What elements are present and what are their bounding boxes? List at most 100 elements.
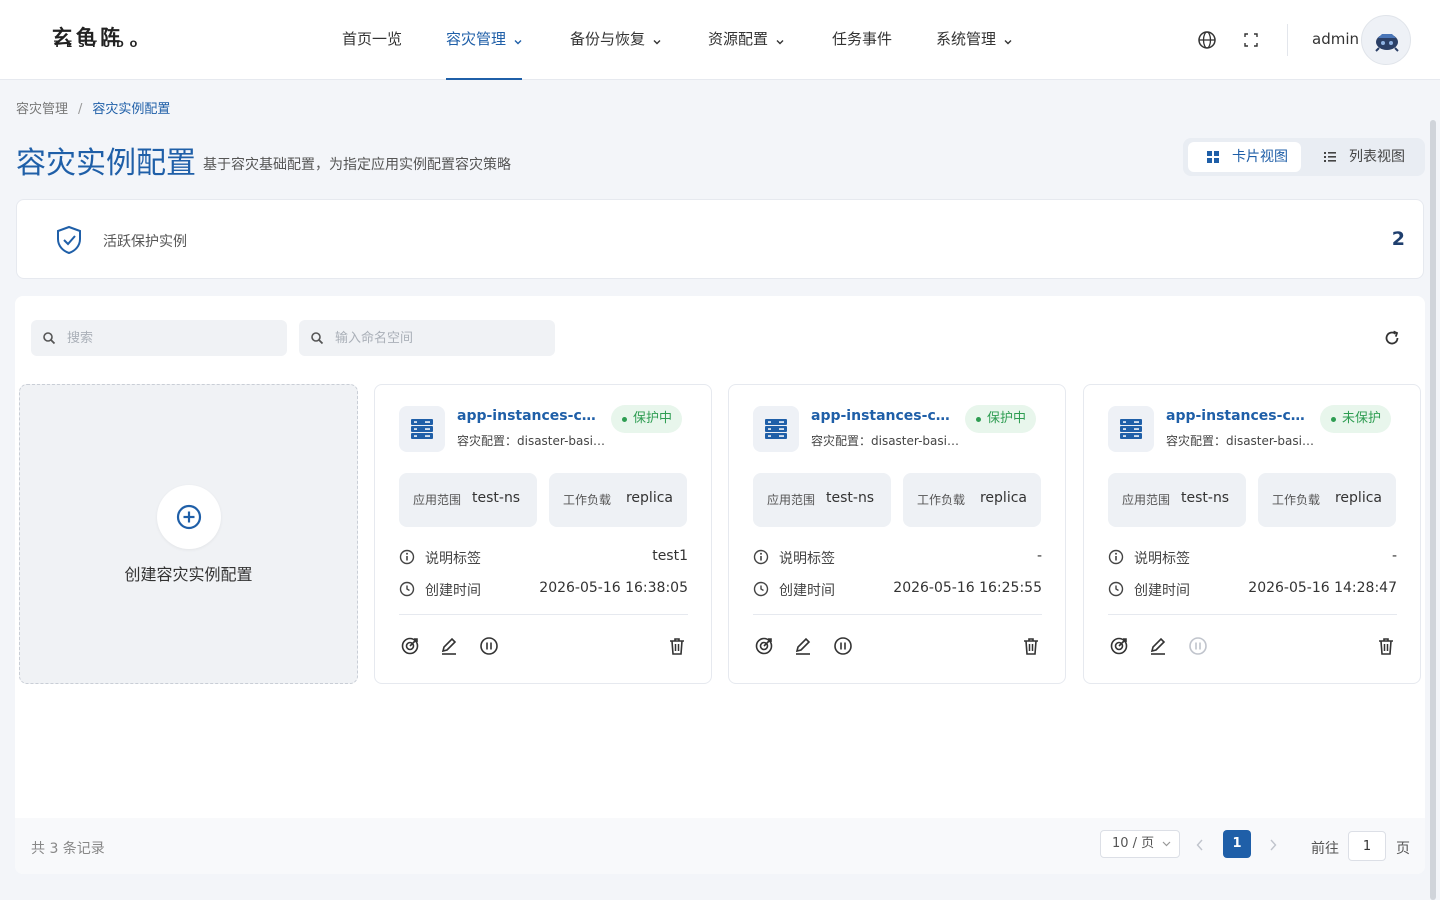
goto-page-input[interactable] bbox=[1348, 831, 1386, 861]
top-bar: 玄龟阵 TESTUDO 首页一览 容灾管理 备份与恢复 资源配置 任务事件 系统… bbox=[0, 0, 1440, 80]
chevron-down-icon bbox=[776, 1, 784, 79]
edit-icon[interactable] bbox=[792, 635, 814, 657]
scope-label: 应用范围 bbox=[413, 493, 462, 507]
instance-panel: 创建容灾实例配置 app-instances-config-test1 容灾配置… bbox=[15, 296, 1425, 874]
pause-icon[interactable] bbox=[832, 635, 854, 657]
server-icon bbox=[1108, 406, 1154, 452]
edit-icon[interactable] bbox=[438, 635, 460, 657]
nav-label: 资源配置 bbox=[708, 30, 769, 48]
server-icon bbox=[399, 406, 445, 452]
username[interactable]: admin bbox=[1312, 30, 1359, 48]
info-icon bbox=[753, 549, 769, 565]
pause-icon[interactable] bbox=[478, 635, 500, 657]
scope-pill: 应用范围 test-ns bbox=[753, 473, 891, 527]
card-divider bbox=[399, 614, 688, 615]
page-number-current[interactable]: 1 bbox=[1223, 830, 1251, 858]
tags-label: 说明标签 bbox=[425, 551, 481, 567]
create-button[interactable] bbox=[157, 485, 221, 549]
goto-unit: 页 bbox=[1396, 841, 1410, 857]
globe-icon[interactable] bbox=[1196, 29, 1218, 51]
server-icon bbox=[753, 406, 799, 452]
nav-disaster-recovery[interactable]: 容灾管理 bbox=[446, 0, 522, 80]
card-view-button[interactable]: 卡片视图 bbox=[1188, 142, 1301, 172]
workload-pill: 工作负载 replica bbox=[1258, 473, 1396, 527]
grid-icon bbox=[1207, 151, 1219, 163]
instance-config: 容灾配置：disaster-basic-config bbox=[457, 434, 605, 448]
breadcrumb-parent[interactable]: 容灾管理 bbox=[16, 102, 68, 117]
scope-pill: 应用范围 test-ns bbox=[1108, 473, 1246, 527]
workload-label: 工作负载 bbox=[563, 493, 612, 507]
chevron-down-icon bbox=[1004, 1, 1012, 79]
shield-check-icon bbox=[57, 225, 81, 255]
nav-label: 备份与恢复 bbox=[570, 30, 646, 48]
tags-value: - bbox=[1036, 548, 1042, 564]
nav-system-admin[interactable]: 系统管理 bbox=[936, 0, 1012, 80]
view-switch: 卡片视图 列表视图 bbox=[1183, 138, 1425, 176]
namespace-input[interactable] bbox=[335, 320, 535, 356]
nav-label: 系统管理 bbox=[936, 30, 997, 48]
stat-label: 活跃保护实例 bbox=[103, 234, 187, 250]
nav-home[interactable]: 首页一览 bbox=[342, 0, 402, 80]
status-badge: 保护中 bbox=[965, 405, 1037, 433]
scope-value: test-ns bbox=[472, 490, 521, 506]
search-icon bbox=[43, 332, 56, 345]
next-page-icon[interactable] bbox=[1269, 836, 1277, 855]
pagination-bar: 共 3 条记录 10 / 页 1 前往 页 bbox=[15, 818, 1425, 874]
search-icon bbox=[311, 332, 324, 345]
fullscreen-icon[interactable] bbox=[1240, 29, 1262, 51]
target-icon[interactable] bbox=[399, 635, 421, 657]
plus-circle-icon bbox=[176, 504, 202, 530]
scope-value: test-ns bbox=[826, 490, 875, 506]
created-row: 创建时间 2026-05-16 14:28:47 bbox=[1108, 579, 1397, 599]
instance-name[interactable]: app-instances-config-test3 bbox=[1166, 408, 1314, 424]
tags-row: 说明标签 - bbox=[753, 547, 1042, 567]
instance-name[interactable]: app-instances-config-test2 bbox=[811, 408, 959, 424]
logo[interactable]: 玄龟阵 TESTUDO bbox=[52, 26, 170, 54]
delete-icon[interactable] bbox=[666, 635, 688, 657]
total-count: 共 3 条记录 bbox=[31, 841, 105, 857]
workload-value: replica bbox=[979, 490, 1027, 506]
search-box bbox=[31, 320, 287, 356]
delete-icon[interactable] bbox=[1020, 635, 1042, 657]
edit-icon[interactable] bbox=[1147, 635, 1169, 657]
tags-value: - bbox=[1391, 548, 1397, 564]
header-divider bbox=[1287, 24, 1288, 56]
logo-en: TESTUDO bbox=[54, 40, 144, 50]
avatar[interactable] bbox=[1361, 15, 1411, 65]
created-value: 2026-05-16 14:28:47 bbox=[1248, 580, 1397, 596]
page-scrollbar[interactable] bbox=[1430, 120, 1436, 900]
page-size-select[interactable]: 10 / 页 bbox=[1100, 830, 1180, 858]
created-label: 创建时间 bbox=[779, 583, 835, 599]
search-input[interactable] bbox=[67, 320, 267, 356]
target-icon[interactable] bbox=[1108, 635, 1130, 657]
chevron-down-icon bbox=[653, 1, 661, 79]
created-label: 创建时间 bbox=[1134, 583, 1190, 599]
created-label: 创建时间 bbox=[425, 583, 481, 599]
card-divider bbox=[753, 614, 1042, 615]
instance-name[interactable]: app-instances-config-test1 bbox=[457, 408, 605, 424]
breadcrumb: 容灾管理 / 容灾实例配置 bbox=[16, 98, 170, 117]
create-instance-card[interactable]: 创建容灾实例配置 bbox=[19, 384, 358, 684]
card-view-label: 卡片视图 bbox=[1232, 149, 1288, 165]
scope-label: 应用范围 bbox=[1122, 493, 1171, 507]
tags-row: 说明标签 test1 bbox=[399, 547, 688, 567]
list-view-button[interactable]: 列表视图 bbox=[1305, 142, 1421, 172]
created-row: 创建时间 2026-05-16 16:38:05 bbox=[399, 579, 688, 599]
nav-resource-config[interactable]: 资源配置 bbox=[708, 0, 784, 80]
card-divider bbox=[1108, 614, 1397, 615]
nav-label: 容灾管理 bbox=[446, 30, 507, 48]
breadcrumb-current: 容灾实例配置 bbox=[92, 102, 171, 117]
target-icon[interactable] bbox=[753, 635, 775, 657]
tags-value: test1 bbox=[652, 548, 688, 564]
create-label: 创建容灾实例配置 bbox=[124, 565, 253, 584]
nav-task-events[interactable]: 任务事件 bbox=[832, 0, 892, 80]
page-size-value: 10 / 页 bbox=[1112, 836, 1155, 851]
instance-config: 容灾配置：disaster-basic-config bbox=[1166, 434, 1314, 448]
delete-icon[interactable] bbox=[1375, 635, 1397, 657]
instance-config: 容灾配置：disaster-basic-config bbox=[811, 434, 959, 448]
prev-page-icon[interactable] bbox=[1196, 836, 1204, 855]
refresh-icon[interactable] bbox=[1383, 329, 1401, 351]
namespace-search-box bbox=[299, 320, 555, 356]
nav-backup-restore[interactable]: 备份与恢复 bbox=[570, 0, 661, 80]
tags-label: 说明标签 bbox=[1134, 551, 1190, 567]
